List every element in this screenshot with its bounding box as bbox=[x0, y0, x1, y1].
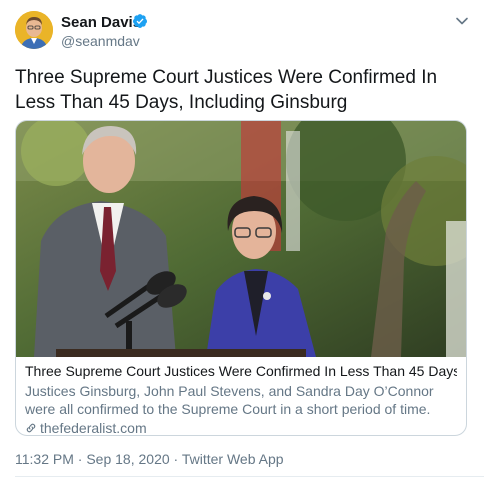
tweet-source[interactable]: Twitter Web App bbox=[182, 451, 284, 467]
avatar[interactable] bbox=[15, 11, 53, 49]
meta-separator: · bbox=[73, 451, 87, 467]
card-description: Justices Ginsburg, John Paul Stevens, an… bbox=[25, 383, 434, 417]
link-card[interactable]: Three Supreme Court Justices Were Confir… bbox=[15, 120, 467, 436]
avatar-image bbox=[15, 11, 53, 49]
divider bbox=[15, 476, 484, 477]
link-icon bbox=[26, 423, 36, 433]
meta-separator: · bbox=[169, 451, 182, 467]
tweet: Sean Davis @seanmdav Three Supreme Court… bbox=[0, 0, 484, 478]
verified-badge-icon bbox=[133, 14, 147, 28]
tweet-date[interactable]: Sep 18, 2020 bbox=[86, 451, 169, 467]
tweet-text: Three Supreme Court Justices Were Confir… bbox=[15, 67, 438, 113]
author-handle[interactable]: @seanmdav bbox=[61, 33, 140, 49]
tweet-meta: 11:32 PM · Sep 18, 2020 · Twitter Web Ap… bbox=[15, 451, 284, 467]
chevron-down-icon[interactable] bbox=[455, 14, 469, 28]
author-name[interactable]: Sean Davis bbox=[61, 14, 141, 31]
card-image bbox=[16, 121, 466, 357]
card-title: Three Supreme Court Justices Were Confir… bbox=[25, 363, 457, 379]
card-domain: thefederalist.com bbox=[40, 420, 147, 436]
card-domain-row: thefederalist.com bbox=[25, 419, 457, 436]
card-body: Three Supreme Court Justices Were Confir… bbox=[25, 361, 457, 436]
tweet-time[interactable]: 11:32 PM bbox=[15, 451, 74, 467]
